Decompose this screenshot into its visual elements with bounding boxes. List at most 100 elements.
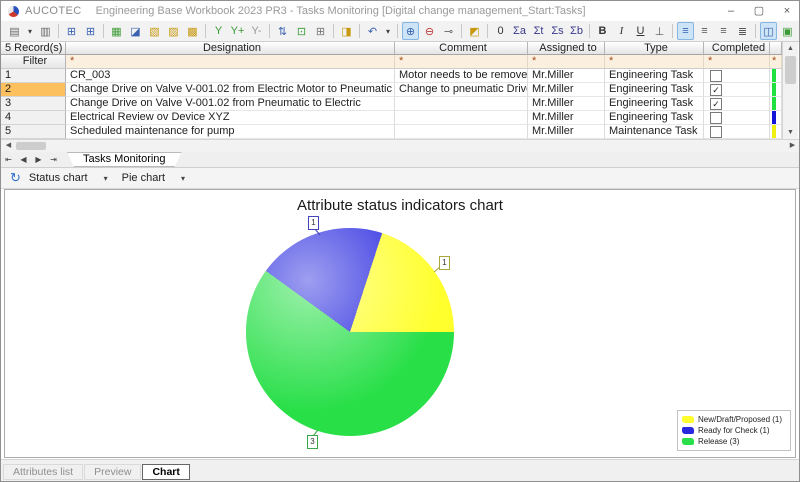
filter-input-assigned-to[interactable]: *: [528, 55, 605, 69]
scroll-left-icon[interactable]: ◀: [2, 140, 15, 152]
close-button[interactable]: ×: [773, 2, 800, 21]
filter-input-designation[interactable]: *: [66, 55, 395, 69]
sum-total-icon[interactable]: Σt: [530, 22, 547, 40]
cell-assigned-to[interactable]: Mr.Miller: [528, 97, 605, 111]
hierarchy-icon[interactable]: ◫: [760, 22, 777, 40]
scroll-down-icon[interactable]: ▼: [783, 126, 798, 139]
table-row[interactable]: 4 Electrical Review ov Device XYZ Mr.Mil…: [1, 111, 782, 125]
cell-assigned-to[interactable]: Mr.Miller: [528, 69, 605, 83]
export-icon[interactable]: ◨: [338, 22, 355, 40]
bold-icon[interactable]: B: [594, 22, 611, 40]
horizontal-scroll-thumb[interactable]: [16, 142, 46, 150]
undo-icon[interactable]: ↶: [364, 22, 381, 40]
maximize-button[interactable]: ▢: [745, 2, 773, 21]
column-header-comment[interactable]: Comment: [395, 42, 528, 55]
sort-icon[interactable]: ⇅: [274, 22, 291, 40]
minimize-button[interactable]: –: [717, 2, 745, 21]
refresh-chart-icon[interactable]: ↻: [10, 170, 21, 186]
cell-designation[interactable]: Electrical Review ov Device XYZ: [66, 111, 395, 125]
column-header-designation[interactable]: Designation: [66, 42, 395, 55]
cell-type[interactable]: Engineering Task: [605, 83, 704, 97]
filter-button[interactable]: Filter: [1, 55, 66, 69]
completed-checkbox[interactable]: [710, 126, 722, 138]
row-header[interactable]: 5: [1, 125, 66, 139]
worksheet-icon[interactable]: ▦: [108, 22, 125, 40]
filter-input-type[interactable]: *: [605, 55, 704, 69]
filter-clear-icon[interactable]: Y-: [248, 22, 265, 40]
apply-format-icon[interactable]: ◩: [466, 22, 483, 40]
table-row[interactable]: 2 Change Drive on Valve V-001.02 from El…: [1, 83, 782, 97]
sheet-tab-tasks-monitoring[interactable]: Tasks Monitoring: [67, 152, 182, 167]
tab-preview[interactable]: Preview: [84, 464, 141, 480]
filter-icon[interactable]: Y: [210, 22, 227, 40]
completed-checkbox[interactable]: ✓: [710, 84, 722, 96]
cell-comment[interactable]: [395, 111, 528, 125]
cell-assigned-to[interactable]: Mr.Miller: [528, 83, 605, 97]
export-table-icon[interactable]: ⊡: [293, 22, 310, 40]
cell-designation[interactable]: CR_003: [66, 69, 395, 83]
filter-add-icon[interactable]: Y+: [229, 22, 246, 40]
cell-type[interactable]: Engineering Task: [605, 69, 704, 83]
cell-designation[interactable]: Scheduled maintenance for pump: [66, 125, 395, 139]
align-right-icon[interactable]: ≡: [715, 22, 732, 40]
tab-chart[interactable]: Chart: [142, 464, 189, 480]
scroll-right-icon[interactable]: ▶: [786, 140, 799, 152]
align-center-icon[interactable]: ≡: [696, 22, 713, 40]
zero-values-icon[interactable]: 0: [492, 22, 509, 40]
filter-input-completed[interactable]: *: [704, 55, 770, 69]
completed-checkbox[interactable]: [710, 112, 722, 124]
align-bottom-icon[interactable]: ⊥: [651, 22, 668, 40]
paste-icon[interactable]: ▤: [6, 22, 23, 40]
zoom-remove-icon[interactable]: ⊖: [421, 22, 438, 40]
cell-designation[interactable]: Change Drive on Valve V-001.02 from Pneu…: [66, 97, 395, 111]
completed-checkbox[interactable]: ✓: [710, 98, 722, 110]
zoom-icon[interactable]: ⊕: [402, 22, 419, 40]
grid-icon[interactable]: ⊞: [312, 22, 329, 40]
chart-style-select[interactable]: Pie chart ▾: [122, 172, 185, 184]
chart-type-select[interactable]: Status chart ▾: [29, 172, 108, 184]
tab-attributes-list[interactable]: Attributes list: [3, 464, 83, 480]
cell-comment[interactable]: Motor needs to be removed: [395, 69, 528, 83]
sum-all-icon[interactable]: Σa: [511, 22, 528, 40]
row-header[interactable]: 2: [1, 83, 66, 97]
table-row[interactable]: 5 Scheduled maintenance for pump Mr.Mill…: [1, 125, 782, 139]
paste-dropdown-icon[interactable]: ▾: [25, 22, 35, 40]
edit-sheet-3-icon[interactable]: ▩: [184, 22, 201, 40]
filter-input-comment[interactable]: *: [395, 55, 528, 69]
cell-type[interactable]: Maintenance Task: [605, 125, 704, 139]
first-sheet-icon[interactable]: ⇤: [1, 153, 16, 167]
filter-input-status[interactable]: *: [770, 55, 782, 69]
last-sheet-icon[interactable]: ⇥: [46, 153, 61, 167]
row-header[interactable]: 1: [1, 69, 66, 83]
row-header[interactable]: 4: [1, 111, 66, 125]
column-header-type[interactable]: Type: [605, 42, 704, 55]
justify-icon[interactable]: ≣: [734, 22, 751, 40]
cell-comment[interactable]: [395, 97, 528, 111]
column-header-completed[interactable]: Completed: [704, 42, 770, 55]
cell-comment[interactable]: [395, 125, 528, 139]
sum-block-icon[interactable]: Σb: [568, 22, 585, 40]
edit-sheet-icon[interactable]: ▧: [146, 22, 163, 40]
scroll-up-icon[interactable]: ▲: [783, 42, 798, 55]
refresh-sheet-icon[interactable]: ◪: [127, 22, 144, 40]
vertical-scroll-thumb[interactable]: [785, 56, 796, 84]
column-header-assigned-to[interactable]: Assigned to: [528, 42, 605, 55]
prev-sheet-icon[interactable]: ◀: [16, 153, 31, 167]
pin-icon[interactable]: ⊸: [440, 22, 457, 40]
cell-assigned-to[interactable]: Mr.Miller: [528, 125, 605, 139]
image-icon[interactable]: ▣: [779, 22, 796, 40]
underline-icon[interactable]: U: [632, 22, 649, 40]
table-horizontal-scrollbar[interactable]: ◀ ▶: [1, 139, 800, 152]
cell-type[interactable]: Engineering Task: [605, 97, 704, 111]
pie[interactable]: [246, 228, 454, 436]
completed-checkbox[interactable]: [710, 70, 722, 82]
sum-subtotal-icon[interactable]: Σs: [549, 22, 566, 40]
italic-icon[interactable]: I: [613, 22, 630, 40]
edit-sheet-2-icon[interactable]: ▨: [165, 22, 182, 40]
cell-assigned-to[interactable]: Mr.Miller: [528, 111, 605, 125]
table-row[interactable]: 1 CR_003 Motor needs to be removed Mr.Mi…: [1, 69, 782, 83]
row-header[interactable]: 3: [1, 97, 66, 111]
cell-designation[interactable]: Change Drive on Valve V-001.02 from Elec…: [66, 83, 395, 97]
insert-table-alt-icon[interactable]: ⊞: [82, 22, 99, 40]
table-vertical-scrollbar[interactable]: ▲ ▼: [782, 42, 798, 139]
